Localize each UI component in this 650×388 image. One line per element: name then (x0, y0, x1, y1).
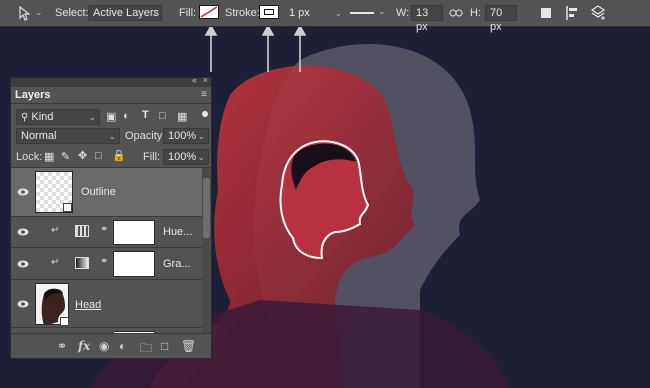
link-layers-icon[interactable]: ⚭ (57, 339, 67, 353)
visibility-eye-icon[interactable] (17, 187, 29, 197)
close-icon[interactable]: × (203, 75, 208, 85)
layer-mask-thumbnail (113, 251, 155, 277)
visibility-eye-icon[interactable] (17, 299, 29, 309)
gradient-map-icon (75, 257, 89, 269)
chevron-down-icon: ⌄ (378, 6, 386, 16)
lock-artboard-icon[interactable]: □ (95, 150, 102, 162)
layer-name[interactable]: Hue... (163, 226, 192, 238)
chevron-down-icon: ⌄ (197, 131, 205, 141)
delete-layer-icon[interactable]: 🗑 (181, 339, 196, 353)
layer-row-gradient[interactable]: ↵ ⚭ Gra... (11, 248, 203, 280)
tab-layers[interactable]: Layers (11, 87, 55, 103)
new-group-icon[interactable]: 🗀 (140, 339, 152, 360)
chevron-down-icon: ⌄ (88, 112, 96, 122)
shape-layer-badge-icon (63, 203, 72, 212)
tab-divider (11, 103, 211, 104)
layer-row-head[interactable]: Head (11, 280, 203, 328)
layer-row-outline[interactable]: Outline (11, 168, 203, 217)
fx-icon[interactable]: fx (78, 339, 90, 353)
select-label: Select: (55, 7, 89, 19)
path-arrangement-icon[interactable] (590, 5, 606, 21)
chain-link-icon[interactable]: ⚭ (100, 256, 108, 267)
blend-mode-dropdown[interactable]: Normal ⌄ (16, 128, 120, 144)
search-icon: ⚲ (21, 112, 29, 123)
filter-kind-value: Kind (31, 111, 54, 123)
layers-panel: « × Layers ≡ ⚲ Kind ⌄ ▣ ◐ T □ ▦ Normal ⌄… (10, 75, 212, 359)
tool-chevron-icon[interactable]: ⌄ (35, 7, 43, 18)
fill-label: Fill: (143, 151, 161, 163)
stroke-width-field[interactable]: 1 px ⌄ (284, 5, 346, 21)
filter-kind-dropdown[interactable]: ⚲ Kind ⌄ (16, 109, 100, 125)
clip-arrow-icon: ↵ (51, 257, 60, 268)
layer-row-hue[interactable]: ↵ ⚭ Hue... (11, 217, 203, 248)
layers-scrollbar-thumb[interactable] (203, 178, 210, 238)
blend-mode-value: Normal (21, 130, 57, 142)
layer-name[interactable]: Gra... (163, 258, 191, 270)
smart-object-badge-icon (60, 317, 69, 326)
h-label: H: (470, 7, 481, 19)
add-mask-icon[interactable]: ◉ (99, 339, 109, 353)
path-operations-icon[interactable] (541, 8, 551, 18)
stroke-width-value: 1 px (289, 7, 310, 19)
pixel-filter-icon[interactable]: ▣ (106, 110, 116, 123)
w-label: W: (396, 7, 410, 19)
smart-object-filter-icon[interactable]: ▦ (177, 110, 187, 123)
stroke-color-icon (264, 9, 274, 15)
height-field[interactable]: 70 px (485, 5, 517, 33)
lock-position-icon[interactable]: ✥ (78, 149, 87, 162)
filter-toggle-icon[interactable] (202, 111, 208, 117)
visibility-eye-icon[interactable] (17, 259, 29, 269)
chevron-down-icon: ⌄ (334, 8, 342, 18)
link-icon[interactable] (449, 8, 463, 18)
layer-name[interactable]: Head (75, 299, 101, 311)
collapse-icon[interactable]: « (192, 75, 197, 85)
lock-all-icon[interactable]: 🔒 (112, 149, 126, 162)
move-tool-icon[interactable] (18, 6, 34, 22)
lock-transparent-icon[interactable]: ▦ (44, 150, 54, 163)
chain-link-icon[interactable]: ⚭ (100, 224, 108, 235)
path-alignment-icon[interactable] (564, 5, 580, 21)
stroke-line-icon (350, 12, 374, 14)
chevron-down-icon: ⌄ (108, 131, 116, 141)
lock-image-icon[interactable]: ✎ (61, 150, 70, 163)
layer-name[interactable]: Outline (81, 186, 116, 198)
layer-mask-thumbnail (113, 220, 155, 245)
opacity-field[interactable]: 100% ⌄ (163, 128, 209, 144)
stroke-label: Stroke: (225, 7, 260, 19)
fill-swatch[interactable] (199, 5, 219, 19)
hue-adjustment-icon (75, 225, 89, 237)
no-fill-icon (200, 6, 218, 18)
new-layer-icon[interactable]: □ (161, 339, 168, 353)
fill-value: 100% (168, 151, 197, 163)
layers-footer: ⚭ fx ◉ ◐ 🗀 □ 🗑 (11, 333, 211, 358)
fill-field[interactable]: 100% ⌄ (163, 149, 209, 165)
opacity-value: 100% (168, 130, 197, 142)
stroke-type-dropdown[interactable]: ⌄ (348, 6, 386, 20)
panel-titlebar[interactable]: « × (11, 75, 211, 87)
width-field[interactable]: 13 px (411, 5, 443, 33)
adjustment-layer-icon[interactable]: ◐ (119, 339, 126, 353)
type-filter-icon[interactable]: T (142, 109, 149, 121)
panel-menu-icon[interactable]: ≡ (201, 89, 207, 100)
options-bar: ⌄ Select: Active Layers ⌄ Fill: Stroke: … (0, 0, 650, 33)
lock-label: Lock: (16, 151, 43, 163)
stroke-swatch[interactable] (259, 5, 279, 19)
clip-arrow-icon: ↵ (51, 225, 60, 236)
select-value: Active Layers (93, 7, 160, 19)
fill-label: Fill: (179, 7, 197, 19)
shape-filter-icon[interactable]: □ (159, 110, 166, 122)
visibility-eye-icon[interactable] (17, 227, 29, 237)
select-dropdown[interactable]: Active Layers ⌄ (88, 5, 162, 21)
layers-list: Outline ↵ ⚭ Hue... ↵ ⚭ Gra... Head (11, 167, 211, 335)
opacity-label: Opacity: (125, 130, 166, 142)
chevron-down-icon: ⌄ (197, 152, 205, 162)
chevron-down-icon: ⌄ (150, 8, 158, 18)
adjustment-filter-icon[interactable]: ◐ (123, 110, 130, 122)
